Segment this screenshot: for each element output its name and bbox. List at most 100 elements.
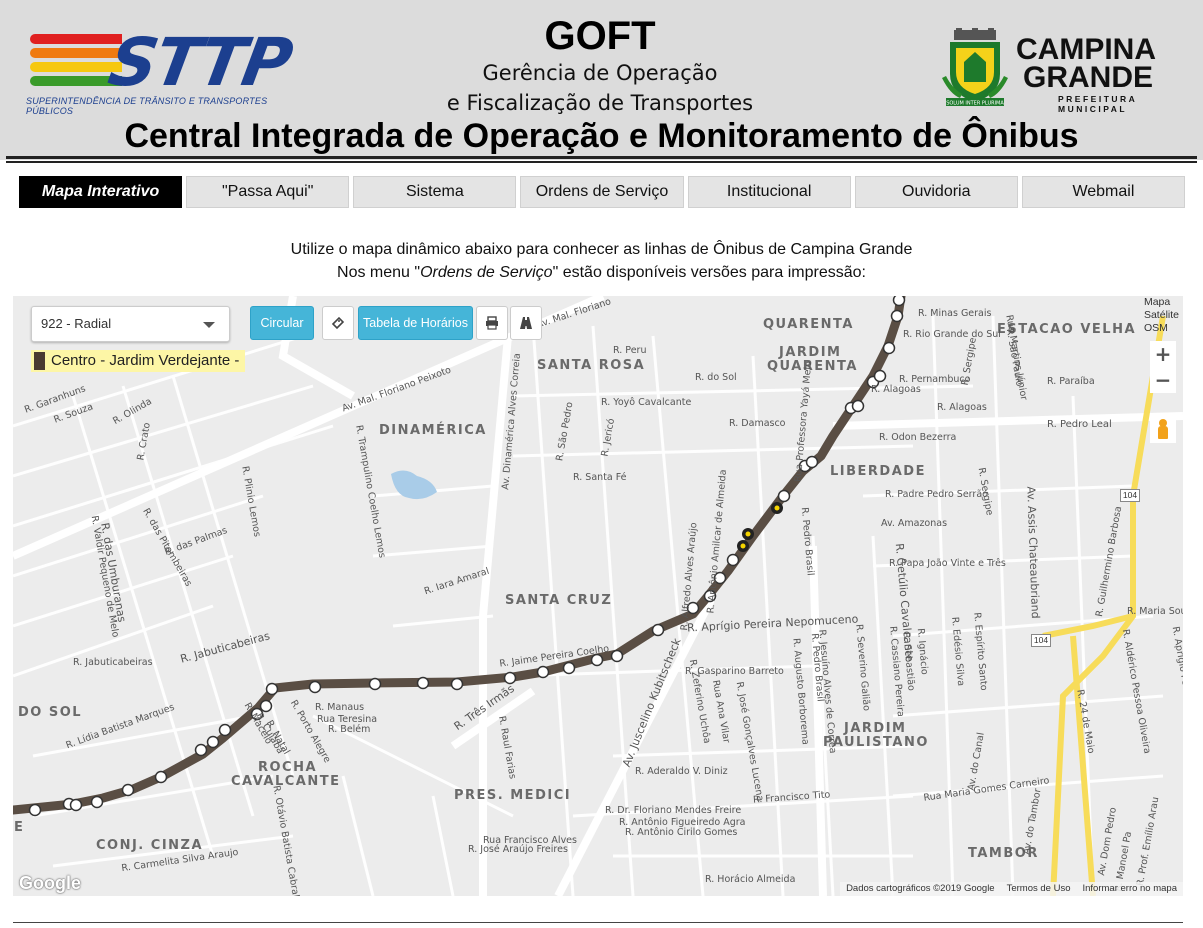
- highway-shield: 104: [1031, 634, 1051, 647]
- street-label: R. Yoyô Cavalcante: [601, 397, 692, 408]
- report-error-link[interactable]: Informar erro no mapa: [1082, 883, 1177, 895]
- street-label: R. Rio Grande do Sul: [903, 329, 1001, 340]
- road-icon: [520, 317, 532, 329]
- goft-block: GOFT Gerência de Operação e Fiscalização…: [430, 14, 770, 118]
- route-label-text: Centro - Jardim Verdejante -: [51, 352, 240, 369]
- road-button[interactable]: [510, 306, 542, 340]
- district-label: JARDIM: [779, 345, 842, 360]
- zoom-out-button[interactable]: −: [1150, 367, 1176, 393]
- circular-button[interactable]: Circular: [250, 306, 314, 340]
- street-label: R. Peru: [613, 345, 647, 356]
- street-label: R. Aderaldo V. Diniz: [635, 766, 728, 777]
- district-label: SANTA ROSA: [537, 358, 646, 373]
- goft-line-1: Gerência de Operação: [482, 61, 718, 85]
- sttp-brand-text: STTP: [103, 24, 297, 101]
- intro-line-2-post: " estão disponíveis versões para impress…: [552, 264, 866, 281]
- tab-sistema[interactable]: Sistema: [353, 176, 517, 208]
- map-type-mapa[interactable]: Mapa: [1144, 296, 1179, 309]
- tab-mapa-interativo[interactable]: Mapa Interativo: [19, 176, 183, 208]
- print-button[interactable]: [476, 306, 508, 340]
- street-label: R. Maria Sou: [1127, 606, 1183, 617]
- print-icon: [486, 316, 498, 330]
- street-label: R. Padre Pedro Serrão: [885, 489, 988, 500]
- district-label: QUARENTA: [763, 317, 854, 332]
- district-label: LIBERDADE: [830, 464, 926, 479]
- pegman-body: [1158, 426, 1168, 439]
- map-data-credit: Dados cartográficos ©2019 Google: [846, 883, 995, 894]
- map-attribution: Dados cartográficos ©2019 Google Termos …: [840, 882, 1183, 896]
- line-select[interactable]: 922 - Radial: [31, 306, 230, 342]
- intro-line-2-pre: Nos menu ": [337, 264, 421, 281]
- street-label: Av. Amazonas: [881, 518, 948, 529]
- intro-line-1: Utilize o mapa dinâmico abaixo para conh…: [290, 241, 913, 258]
- zoom-in-button[interactable]: +: [1150, 341, 1176, 367]
- street-label: R. Alagoas: [937, 402, 987, 413]
- goft-title: GOFT: [544, 14, 656, 58]
- street-label: R. Antônio Cirilo Gomes: [625, 827, 738, 838]
- district-label: E: [14, 820, 25, 835]
- district-label: CAVALCANTE: [231, 774, 341, 789]
- city-crest-icon: SOLUM INTER PLURIMA: [942, 28, 1008, 107]
- map-type-control[interactable]: Mapa Satélite OSM: [1144, 296, 1179, 335]
- street-label: R. do Sol: [695, 372, 737, 383]
- interactive-map[interactable]: QUARENTA ESTACAO VELHA JARDIM QUARENTA S…: [13, 296, 1183, 896]
- street-label: R. Odon Bezerra: [879, 432, 957, 443]
- map-type-osm[interactable]: OSM: [1144, 322, 1179, 335]
- header-divider-thin: [6, 161, 1197, 163]
- tab-institucional[interactable]: Institucional: [687, 176, 851, 208]
- intro-line-2-link: Ordens de Serviço: [420, 264, 553, 281]
- tab-ordens-de-servico[interactable]: Ordens de Serviço: [520, 176, 684, 208]
- district-label: SANTA CRUZ: [505, 593, 613, 608]
- street-label: R. Santa Fé: [573, 472, 627, 483]
- sttp-logo[interactable]: STTP SUPERINTENDÊNCIA DE TRÂNSITO E TRAN…: [24, 24, 296, 116]
- street-view-pegman[interactable]: [1150, 415, 1176, 443]
- chevron-down-icon: [203, 322, 215, 328]
- map-type-satelite[interactable]: Satélite: [1144, 309, 1179, 322]
- city-hall-label: PREFEITURA MUNICIPAL: [1058, 94, 1137, 114]
- district-label: DINAMÉRICA: [379, 423, 487, 438]
- city-name-line-1: CAMPINA: [1016, 33, 1156, 66]
- district-label: PAULISTANO: [823, 735, 929, 750]
- tab-ouvidoria[interactable]: Ouvidoria: [854, 176, 1018, 208]
- district-label: JARDIM: [844, 721, 907, 736]
- site-header: STTP SUPERINTENDÊNCIA DE TRÂNSITO E TRAN…: [0, 0, 1203, 163]
- main-nav: Mapa Interativo "Passa Aqui" Sistema Ord…: [19, 176, 1185, 208]
- district-label: ROCHA: [258, 760, 318, 775]
- sttp-subtitle: SUPERINTENDÊNCIA DE TRÂNSITO E TRANSPORT…: [26, 96, 268, 116]
- street-label: R. Dr. Floriano Mendes Freire: [605, 805, 742, 816]
- street-label: R. Horácio Almeida: [705, 874, 796, 885]
- page-title: Central Integrada de Operação e Monitora…: [124, 117, 1079, 155]
- route-label: Centro - Jardim Verdejante -: [31, 350, 246, 372]
- line-select-value: 922 - Radial: [41, 316, 112, 331]
- intro-line-2: Nos menu "Ordens de Serviço" estão dispo…: [0, 261, 1203, 284]
- goft-line-2: e Fiscalização de Transportes: [446, 91, 754, 115]
- campina-grande-logo[interactable]: SOLUM INTER PLURIMA CAMPINA GRANDE PREFE…: [940, 28, 1180, 114]
- crest-motto: SOLUM INTER PLURIMA: [946, 101, 1004, 107]
- street-label: R. Antônio Figueiredo Agra: [619, 817, 746, 828]
- schedule-table-button[interactable]: Tabela de Horários: [358, 306, 473, 340]
- intro-text: Utilize o mapa dinâmico abaixo para conh…: [0, 238, 1203, 284]
- ticket-icon: [331, 316, 345, 330]
- city-name: CAMPINA GRANDE: [1016, 33, 1156, 94]
- footer-divider: [13, 922, 1183, 923]
- street-label: R. Damasco: [729, 418, 786, 429]
- header-divider: [6, 156, 1197, 159]
- tab-webmail[interactable]: Webmail: [1021, 176, 1185, 208]
- ticket-button[interactable]: [322, 306, 354, 340]
- street-label: R. José Araújo Freires: [468, 844, 568, 855]
- tab-passa-aqui[interactable]: "Passa Aqui": [186, 176, 350, 208]
- city-name-line-2: GRANDE: [1023, 61, 1154, 94]
- district-label: DO SOL: [18, 705, 83, 720]
- logo-stripe-orange: [30, 48, 122, 58]
- district-label: CONJ. CINZA: [96, 838, 204, 853]
- district-label: PRES. MEDICI: [454, 788, 572, 803]
- highway-shield: 104: [1120, 489, 1140, 502]
- terms-link[interactable]: Termos de Uso: [1007, 883, 1071, 895]
- street-label: R. Belém: [328, 724, 371, 735]
- logo-stripe-red: [30, 34, 122, 44]
- street-label: R. Minas Gerais: [918, 308, 992, 319]
- google-logo[interactable]: Google: [19, 873, 81, 894]
- street-label: R. Alagoas: [871, 384, 921, 395]
- street-label: R. Jabuticabeiras: [73, 657, 153, 668]
- route-color-swatch: [34, 352, 45, 370]
